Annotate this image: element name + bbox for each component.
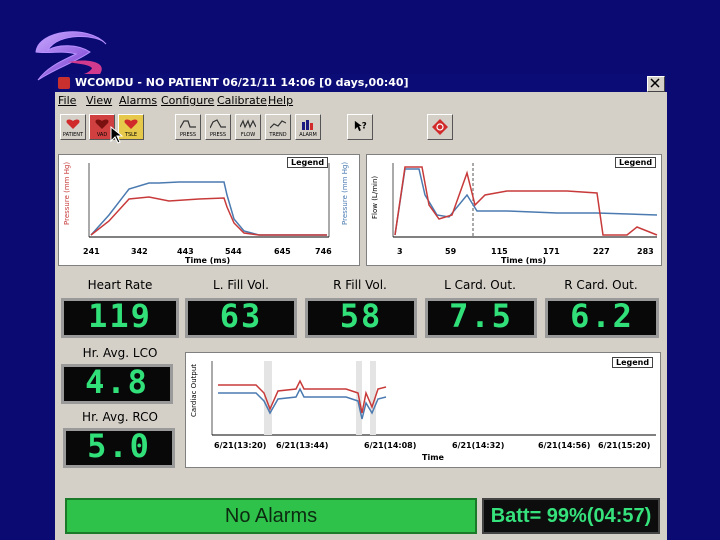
pressure-right-trace — [90, 181, 327, 236]
heart-rate-display: 119 — [61, 298, 179, 338]
alarm-button[interactable]: ALARM — [295, 114, 321, 140]
menu-configure[interactable]: Configure — [161, 94, 214, 107]
pressure-xtick: 342 — [131, 247, 148, 256]
hr-avg-lco-display: 4.8 — [61, 364, 173, 404]
alarm-status-bar: No Alarms — [65, 498, 477, 534]
mouse-cursor-icon — [110, 126, 124, 144]
flow-chart: Flow (L/min) — [371, 163, 658, 238]
flow-xtick: 227 — [593, 247, 610, 256]
red-vad-icon — [95, 119, 109, 129]
r-card-out-label: R Card. Out. — [564, 278, 638, 292]
l-card-out-label: L Card. Out. — [444, 278, 516, 292]
toolbar: PATIENT VAD TSLE PRESS PRESS FLOW TREND — [55, 112, 667, 144]
trend-xtick: 6/21(14:56) — [538, 441, 591, 450]
trend-xtick: 6/21(15:20) — [598, 441, 651, 450]
flow-right-trace — [394, 168, 658, 236]
trend-xlabel: Time — [422, 453, 444, 462]
trend-xtick: 6/21(13:20) — [214, 441, 267, 450]
pressure-chart-panel: Pressure (mm Hg) Pressure (mm Hg) Legend… — [58, 154, 360, 266]
flow-xtick: 171 — [543, 247, 560, 256]
battery-status-display: Batt= 99%(04:57) — [482, 498, 660, 534]
patient-button[interactable]: PATIENT — [60, 114, 86, 140]
close-icon — [650, 78, 660, 88]
flow-legend-button[interactable]: Legend — [615, 157, 657, 168]
monitor-window: WCOMDU - NO PATIENT 06/21/11 14:06 [0 da… — [55, 74, 667, 540]
pressure-left-trace — [90, 196, 327, 236]
close-button[interactable] — [647, 76, 665, 92]
help-pointer-icon: ? — [354, 120, 367, 132]
press-button-2-label: PRESS — [210, 132, 226, 138]
pressure-xtick: 443 — [177, 247, 194, 256]
flow-xtick: 3 — [397, 247, 403, 256]
hr-avg-rco-label: Hr. Avg. RCO — [82, 410, 158, 424]
pressure-xlabel: Time (ms) — [185, 256, 231, 265]
pressure-chart: Pressure (mm Hg) Pressure (mm Hg) — [63, 162, 349, 238]
flow-xtick: 115 — [491, 247, 508, 256]
heart-rate-label: Heart Rate — [87, 278, 153, 292]
r-card-out-display: 6.2 — [545, 298, 659, 338]
flow-wave-icon — [240, 119, 256, 129]
menu-bar: File View Alarms Configure Calibrate Hel… — [55, 93, 667, 109]
heart-yellow-icon — [124, 119, 138, 129]
pressure-right-ylabel: Pressure (mm Hg) — [341, 162, 349, 225]
title-bar: WCOMDU - NO PATIENT 06/21/11 14:06 [0 da… — [55, 74, 667, 92]
hr-avg-rco-display: 5.0 — [63, 428, 175, 468]
press-button-1-label: PRESS — [180, 132, 196, 138]
menu-help[interactable]: Help — [268, 94, 293, 107]
flow-xtick: 283 — [637, 247, 654, 256]
flow-button[interactable]: FLOW — [235, 114, 261, 140]
l-card-out-display: 7.5 — [425, 298, 537, 338]
trend-xtick: 6/21(14:08) — [364, 441, 417, 450]
app-icon — [58, 77, 70, 89]
heart-patient-icon — [66, 119, 80, 129]
pressure-wave-icon — [210, 119, 226, 129]
press-button-2[interactable]: PRESS — [205, 114, 231, 140]
pressure-wave-icon — [180, 120, 196, 129]
pressure-xtick: 241 — [83, 247, 100, 256]
r-fill-vol-label: R Fill Vol. — [333, 278, 387, 292]
trend-xtick: 6/21(14:32) — [452, 441, 505, 450]
trend-button-label: TREND — [269, 132, 287, 138]
menu-file[interactable]: File — [58, 94, 76, 107]
l-fill-vol-label: L. Fill Vol. — [213, 278, 269, 292]
pressure-xtick: 746 — [315, 247, 332, 256]
trend-legend-button[interactable]: Legend — [612, 357, 654, 368]
press-button-1[interactable]: PRESS — [175, 114, 201, 140]
flow-chart-panel: Flow (L/min) Legend 3 59 115 171 227 283… — [366, 154, 662, 266]
pressure-left-ylabel: Pressure (mm Hg) — [63, 162, 71, 225]
l-fill-vol-display: 63 — [185, 298, 297, 338]
context-help-button[interactable]: ? — [347, 114, 373, 140]
menu-calibrate[interactable]: Calibrate — [217, 94, 267, 107]
alarm-button-label: ALARM — [299, 132, 317, 138]
stop-button[interactable] — [427, 114, 453, 140]
window-title: WCOMDU - NO PATIENT 06/21/11 14:06 [0 da… — [75, 76, 409, 89]
pressure-legend-button[interactable]: Legend — [287, 157, 329, 168]
trend-chart-panel: Cardiac Output Legend 6/21(13:20) 6/21(1… — [185, 352, 661, 468]
r-fill-vol-display: 58 — [305, 298, 417, 338]
hr-avg-lco-label: Hr. Avg. LCO — [82, 346, 158, 360]
patient-button-label: PATIENT — [62, 132, 84, 138]
trend-button[interactable]: TREND — [265, 114, 291, 140]
trend-icon — [270, 120, 286, 129]
flow-left-trace — [394, 166, 658, 236]
flow-xtick: 59 — [445, 247, 457, 256]
flow-ylabel: Flow (L/min) — [371, 176, 379, 219]
red-diamond-icon — [432, 119, 448, 135]
pressure-xtick: 645 — [274, 247, 291, 256]
menu-view[interactable]: View — [86, 94, 112, 107]
flow-xlabel: Time (ms) — [501, 256, 547, 265]
svg-text:?: ? — [362, 122, 367, 132]
trend-xtick: 6/21(13:44) — [276, 441, 329, 450]
trend-ylabel: Cardiac Output — [190, 364, 198, 417]
menu-alarms[interactable]: Alarms — [119, 94, 157, 107]
pressure-xtick: 544 — [225, 247, 242, 256]
alarm-bars-icon — [302, 120, 313, 130]
flow-button-label: FLOW — [240, 132, 256, 138]
